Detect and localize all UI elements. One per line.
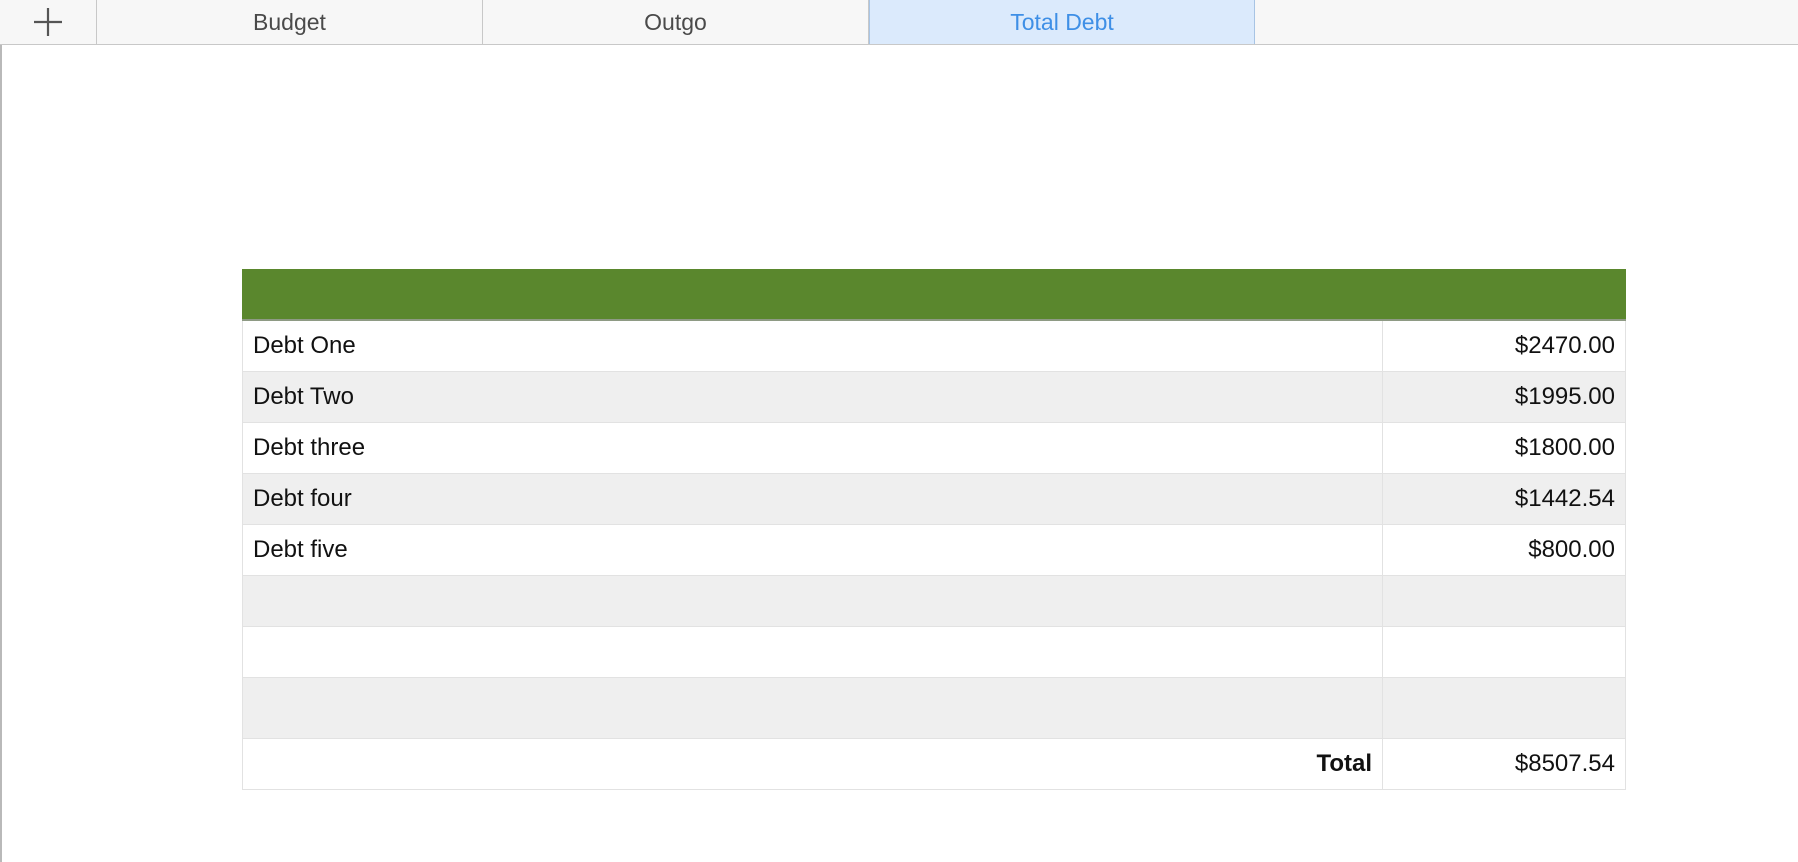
plus-icon: [34, 8, 62, 36]
debt-name-cell[interactable]: [243, 576, 1383, 626]
debt-name-cell[interactable]: [243, 678, 1383, 738]
debt-name-cell[interactable]: Debt One: [243, 321, 1383, 371]
total-amount[interactable]: $8507.54: [1383, 739, 1625, 789]
total-label: Total: [243, 739, 1383, 789]
table-row[interactable]: Debt three $1800.00: [242, 423, 1626, 474]
table-row[interactable]: [242, 576, 1626, 627]
debt-amount-cell[interactable]: [1383, 678, 1625, 738]
debt-name-cell[interactable]: Debt three: [243, 423, 1383, 473]
tab-outgo[interactable]: Outgo: [483, 0, 869, 44]
debt-name-cell[interactable]: [243, 627, 1383, 677]
window-left-edge: [0, 0, 2, 862]
sheet-tab-bar: Budget Outgo Total Debt: [0, 0, 1798, 45]
debt-amount-cell[interactable]: $1800.00: [1383, 423, 1625, 473]
tab-budget[interactable]: Budget: [97, 0, 483, 44]
debt-amount-cell[interactable]: [1383, 576, 1625, 626]
table-row[interactable]: Debt Two $1995.00: [242, 372, 1626, 423]
debt-amount-cell[interactable]: $800.00: [1383, 525, 1625, 575]
debt-name-cell[interactable]: Debt Two: [243, 372, 1383, 422]
debt-amount-cell[interactable]: $1442.54: [1383, 474, 1625, 524]
table-row[interactable]: [242, 678, 1626, 739]
debt-amount-cell[interactable]: $2470.00: [1383, 321, 1625, 371]
table-row[interactable]: [242, 627, 1626, 678]
tab-total-debt[interactable]: Total Debt: [869, 0, 1255, 44]
total-row[interactable]: Total $8507.54: [242, 739, 1626, 790]
add-sheet-button[interactable]: [0, 0, 97, 44]
debt-name-cell[interactable]: Debt five: [243, 525, 1383, 575]
debt-amount-cell[interactable]: $1995.00: [1383, 372, 1625, 422]
table-row[interactable]: Debt four $1442.54: [242, 474, 1626, 525]
table-header-row[interactable]: [242, 269, 1626, 321]
debt-table: Debt One $2470.00 Debt Two $1995.00 Debt…: [242, 269, 1626, 790]
table-row[interactable]: Debt five $800.00: [242, 525, 1626, 576]
debt-name-cell[interactable]: Debt four: [243, 474, 1383, 524]
table-row[interactable]: Debt One $2470.00: [242, 321, 1626, 372]
debt-amount-cell[interactable]: [1383, 627, 1625, 677]
